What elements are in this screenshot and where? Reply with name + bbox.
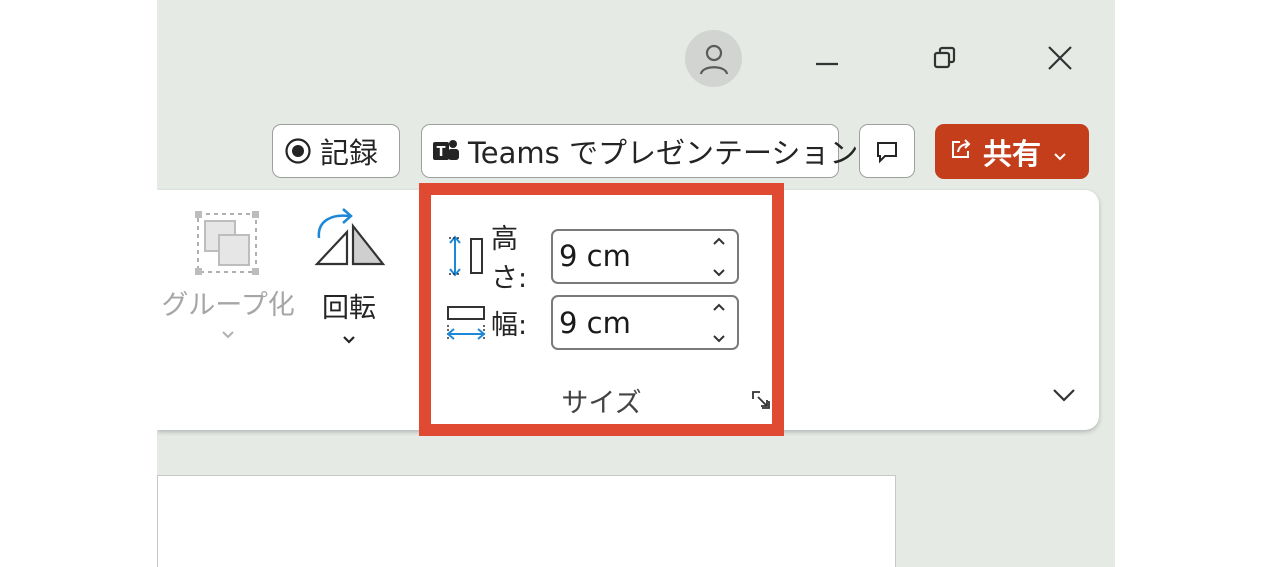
size-group-highlight: 高さ: 9 cm 幅: 9 cm サイズ [419, 183, 784, 436]
record-label: 記録 [320, 136, 379, 170]
restore-button[interactable] [925, 38, 965, 78]
present-in-teams-button[interactable]: T Teams でプレゼンテーション [421, 124, 858, 178]
comment-icon [877, 142, 897, 164]
width-stepper [711, 301, 727, 345]
height-value: 9 cm [559, 239, 631, 273]
chevron-down-icon [222, 331, 234, 339]
dialog-launcher-icon [752, 391, 770, 409]
minimize-icon [816, 62, 838, 66]
slide-canvas[interactable] [157, 475, 896, 567]
chevron-down-icon[interactable] [711, 333, 727, 345]
rotate-button[interactable]: 回転 [299, 204, 399, 345]
person-icon [699, 44, 728, 74]
chevron-down-icon[interactable] [711, 267, 727, 279]
collapse-ribbon-button[interactable] [1051, 386, 1077, 408]
record-button[interactable]: 記録 [272, 124, 400, 178]
chevron-up-icon[interactable] [711, 301, 727, 313]
teams-icon: T [431, 136, 461, 166]
chevron-down-icon [1053, 135, 1067, 169]
chevron-down-icon [343, 336, 355, 344]
close-icon [1048, 46, 1072, 70]
group-objects-icon [195, 211, 259, 275]
rotate-icon [314, 208, 386, 266]
svg-text:T: T [437, 145, 446, 160]
share-label: 共有 [983, 136, 1042, 171]
restore-icon [933, 46, 956, 69]
share-icon [947, 134, 975, 169]
ribbon-panel: グループ化 回転 高さ: 9 cm 幅: 9 cm サイズ [157, 183, 1099, 436]
account-avatar[interactable] [685, 30, 742, 87]
group-objects-label: グループ化 [161, 290, 295, 321]
comments-button[interactable] [859, 124, 915, 178]
width-value: 9 cm [559, 305, 631, 340]
width-input[interactable]: 9 cm [551, 295, 739, 350]
chevron-up-icon[interactable] [711, 235, 727, 247]
record-icon [284, 137, 312, 165]
width-label: 幅: [491, 310, 528, 341]
height-input[interactable]: 9 cm [551, 228, 739, 284]
height-label: 高さ: [491, 224, 528, 294]
minimize-button[interactable] [807, 38, 847, 78]
shape-height-icon [449, 235, 483, 277]
chevron-down-icon [1053, 389, 1075, 402]
shape-width-icon [446, 305, 486, 341]
app-window: 記録 T Teams でプレゼンテーション 共有 グループ化 回転 高さ: 9 … [157, 0, 1115, 567]
width-row: 幅: 9 cm [445, 295, 739, 350]
close-button[interactable] [1040, 38, 1080, 78]
group-objects-button[interactable]: グループ化 [161, 208, 295, 340]
height-row: 高さ: 9 cm [445, 217, 739, 295]
present-in-teams-label: Teams でプレゼンテーション [468, 136, 859, 170]
size-dialog-launcher[interactable] [750, 389, 772, 415]
size-group-label: サイズ [561, 388, 642, 419]
height-stepper [711, 235, 727, 279]
rotate-label: 回転 [322, 293, 376, 324]
share-button[interactable]: 共有 [935, 124, 1089, 179]
